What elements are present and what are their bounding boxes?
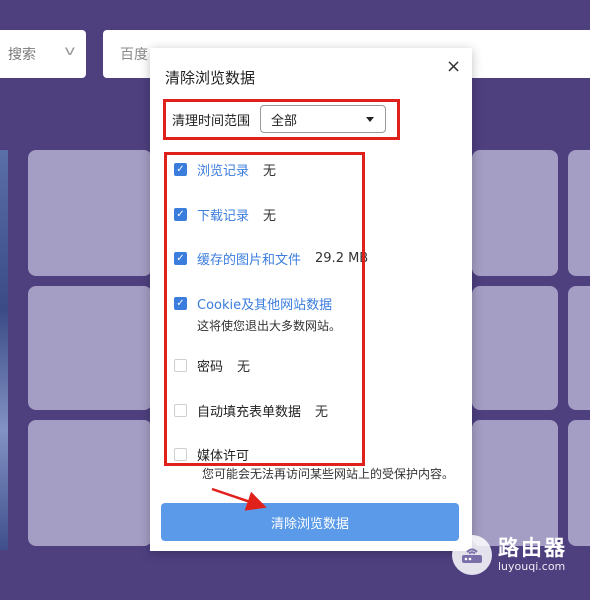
watermark-title: 路由器 bbox=[498, 535, 567, 560]
router-logo-icon bbox=[452, 535, 492, 575]
watermark-url: luyouqi.com bbox=[498, 560, 566, 574]
watermark: 路由器 luyouqi.com bbox=[452, 535, 567, 575]
annotation-arrow bbox=[211, 487, 267, 511]
